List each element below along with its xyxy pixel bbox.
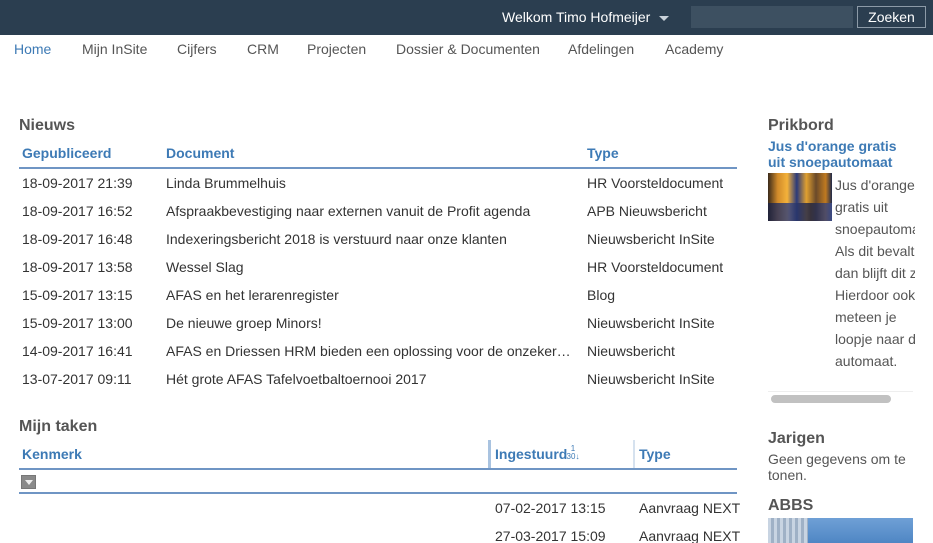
nav-item-crm[interactable]: CRM (247, 41, 279, 57)
news-type: Nieuwsbericht InSite (587, 231, 715, 247)
news-document-link[interactable]: Afspraakbevestiging naar externen vanuit… (166, 203, 581, 219)
column-resize-handle[interactable] (488, 440, 491, 468)
nav-item-afdelingen[interactable]: Afdelingen (568, 41, 634, 57)
news-type: APB Nieuwsbericht (587, 203, 707, 219)
text-line: dan blijft dit zo. (835, 265, 915, 281)
nav-item-projecten[interactable]: Projecten (307, 41, 366, 57)
text-line: Als dit bevalt, (835, 243, 915, 259)
news-row[interactable]: 18-09-2017 16:48 Indexeringsbericht 2018… (19, 231, 737, 259)
scrollbar-thumb[interactable] (771, 395, 891, 403)
nav-item-home[interactable]: Home (14, 41, 51, 57)
news-date: 15-09-2017 13:00 (22, 315, 133, 331)
col-kenmerk[interactable]: Kenmerk (22, 446, 82, 462)
header-divider (19, 167, 737, 169)
news-document-link[interactable]: Hét grote AFAS Tafelvoetbaltoernooi 2017 (166, 371, 581, 387)
news-document-link[interactable]: Wessel Slag (166, 259, 581, 275)
news-type: HR Voorsteldocument (587, 175, 724, 191)
text-line: Hierdoor ook (835, 287, 915, 303)
news-row[interactable]: 15-09-2017 13:15 AFAS en het lerarenregi… (19, 287, 737, 315)
news-type: Nieuwsbericht InSite (587, 315, 715, 331)
col-gepubliceerd[interactable]: Gepubliceerd (22, 145, 111, 161)
news-date: 14-09-2017 16:41 (22, 343, 133, 359)
task-type: Aanvraag NEXT (639, 528, 741, 543)
news-type: Blog (587, 287, 616, 303)
news-type: Nieuwsbericht (587, 343, 675, 359)
news-document-link[interactable]: Indexeringsbericht 2018 is verstuurd naa… (166, 231, 581, 247)
news-document-link[interactable]: AFAS en Driessen HRM bieden een oplossin… (166, 343, 576, 359)
jarigen-empty-text: Geen gegevens om te tonen. (768, 451, 906, 483)
prikbord-item-image[interactable] (768, 173, 832, 221)
news-type: HR Voorsteldocument (587, 259, 724, 275)
text-line: Jus d'orange (835, 177, 915, 193)
news-row[interactable]: 18-09-2017 16:52 Afspraakbevestiging naa… (19, 203, 737, 231)
col-document[interactable]: Document (166, 145, 234, 161)
news-row[interactable]: 15-09-2017 13:00 De nieuwe groep Minors!… (19, 315, 737, 343)
chevron-down-icon (659, 15, 670, 21)
news-date: 18-09-2017 16:48 (22, 231, 133, 247)
news-date: 18-09-2017 21:39 (22, 175, 133, 191)
main-nav: Home Mijn InSite Cijfers CRM Projecten D… (0, 35, 933, 65)
col-ingestuurd[interactable]: Ingestuurd (495, 446, 567, 462)
task-date: 27-03-2017 15:09 (495, 528, 606, 543)
task-row[interactable]: 07-02-2017 13:15 Aanvraag NEXT (19, 500, 741, 528)
news-date: 13-07-2017 09:11 (22, 371, 132, 387)
column-separator (633, 440, 635, 468)
task-row[interactable]: 27-03-2017 15:09 Aanvraag NEXT (19, 528, 741, 543)
news-type: Nieuwsbericht InSite (587, 371, 715, 387)
text-line: loopje naar de (835, 331, 915, 347)
task-date: 07-02-2017 13:15 (495, 500, 606, 516)
top-bar: Welkom Timo Hofmeijer Zoeken (0, 0, 933, 35)
news-document-link[interactable]: De nieuwe groep Minors! (166, 315, 581, 331)
text-line: meteen je (835, 309, 897, 325)
news-date: 18-09-2017 16:52 (22, 203, 133, 219)
news-document-link[interactable]: Linda Brummelhuis (166, 175, 581, 191)
news-row[interactable]: 18-09-2017 21:39 Linda Brummelhuis HR Vo… (19, 175, 737, 203)
task-type: Aanvraag NEXT (639, 500, 741, 516)
news-document-link[interactable]: AFAS en het lerarenregister (166, 287, 581, 303)
sort-ascending-icon[interactable]: 1 30↓ (566, 445, 580, 463)
taken-title: Mijn taken (19, 418, 98, 435)
text-line: automaat. (835, 353, 898, 369)
abbs-image[interactable] (768, 518, 913, 543)
jarigen-title: Jarigen (768, 430, 825, 447)
news-row[interactable]: 18-09-2017 13:58 Wessel Slag HR Voorstel… (19, 259, 737, 287)
filter-row-divider (19, 492, 737, 494)
nieuws-title: Nieuws (19, 117, 76, 134)
user-menu[interactable]: Welkom Timo Hofmeijer (502, 9, 670, 25)
news-row[interactable]: 14-09-2017 16:41 AFAS en Driessen HRM bi… (19, 343, 737, 371)
text-line: snoepautomaat. (835, 221, 915, 237)
nav-item-cijfers[interactable]: Cijfers (177, 41, 217, 57)
search-input[interactable] (691, 6, 853, 28)
nav-item-academy[interactable]: Academy (665, 41, 723, 57)
col-taak-type[interactable]: Type (639, 446, 671, 462)
prikbord-item-link[interactable]: Jus d'orange gratis uit snoepautomaat (768, 138, 913, 170)
nav-item-dossier-documenten[interactable]: Dossier & Documenten (396, 41, 540, 57)
header-divider (19, 468, 737, 470)
search-button[interactable]: Zoeken (857, 6, 926, 28)
welcome-text: Welkom Timo Hofmeijer (502, 9, 651, 25)
text-line: gratis uit (835, 199, 888, 215)
news-row[interactable]: 13-07-2017 09:11 Hét grote AFAS Tafelvoe… (19, 371, 737, 399)
news-date: 15-09-2017 13:15 (22, 287, 133, 303)
prikbord-item-text: Jus d'orange gratis uit snoepautomaat. A… (835, 174, 915, 372)
news-date: 18-09-2017 13:58 (22, 259, 133, 275)
filter-icon[interactable] (21, 475, 36, 489)
abbs-title: ABBS (768, 497, 814, 514)
col-type[interactable]: Type (587, 145, 619, 161)
prikbord-title: Prikbord (768, 117, 834, 134)
nav-item-mijn-insite[interactable]: Mijn InSite (82, 41, 147, 57)
